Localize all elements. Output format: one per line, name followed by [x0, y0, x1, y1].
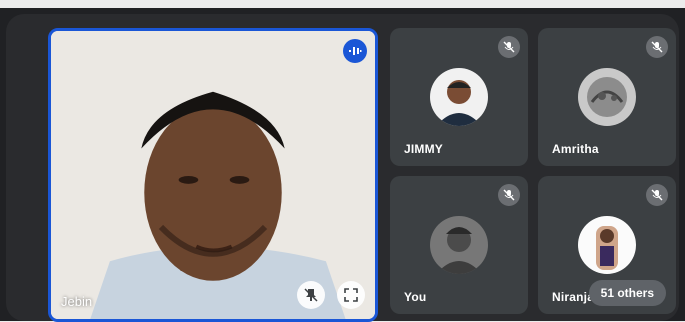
main-participant-name: Jebin [61, 294, 93, 309]
avatar [430, 216, 488, 274]
participant-tile[interactable]: Amritha [538, 28, 676, 166]
participant-tile[interactable]: JIMMY [390, 28, 528, 166]
audio-wave-icon [349, 47, 362, 55]
main-video-tile[interactable]: Jebin [48, 28, 378, 322]
avatar [578, 216, 636, 274]
meeting-stage: Jebin JIMMY Amritha You Niranjan 51 othe… [0, 8, 685, 322]
participant-name: JIMMY [404, 142, 444, 156]
mic-off-icon [498, 36, 520, 58]
mic-off-icon [498, 184, 520, 206]
pin-button[interactable] [297, 281, 325, 309]
pin-off-icon [304, 288, 318, 302]
fullscreen-button[interactable] [337, 281, 365, 309]
speaking-indicator [343, 39, 367, 63]
avatar [430, 68, 488, 126]
mic-off-icon [646, 36, 668, 58]
participant-tile[interactable]: You [390, 176, 528, 314]
participant-name: Amritha [552, 142, 599, 156]
others-count-chip[interactable]: 51 others [588, 280, 666, 306]
participant-tile[interactable]: Niranjan 51 others [538, 176, 676, 314]
participant-name: You [404, 290, 427, 304]
fullscreen-icon [344, 288, 358, 302]
participant-video [51, 31, 375, 319]
mic-off-icon [646, 184, 668, 206]
avatar [578, 68, 636, 126]
